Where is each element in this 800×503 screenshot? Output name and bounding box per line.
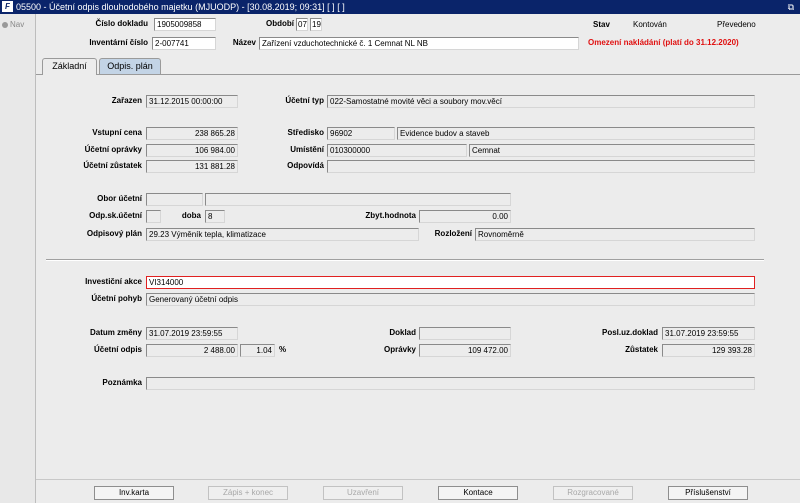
doklad-field[interactable] [419,327,511,340]
nazev-field[interactable]: Zařízení vzduchotechnické č. 1 Cemnat NL… [259,37,579,50]
doba-field[interactable]: 8 [205,210,225,223]
tab-zakladni[interactable]: Základní [42,58,97,75]
rozlozeni-label: Rozložení [434,229,472,238]
left-nav-panel: Nav [0,14,36,503]
ucetni-odpis-label: Účetní odpis [93,345,142,354]
ucetni-opravky-label: Účetní oprávky [84,145,142,154]
rozgracovane-button[interactable]: Rozgracované [553,486,633,500]
odpisovy-plan-field[interactable]: 29.23 Výměník tepla, klimatizace [146,228,419,241]
prevedeno-text: Převedeno [717,20,756,29]
ucetni-opravky-field[interactable]: 106 984.00 [146,144,238,157]
inv-karta-button[interactable]: Inv.karta [94,486,174,500]
odp-sk-ucetni-field[interactable] [146,210,161,223]
zustatek-field[interactable]: 129 393.28 [662,344,755,357]
stredisko-label: Středisko [287,128,324,137]
obor-ucetni-kod-field[interactable] [146,193,203,206]
zarazen-field[interactable]: 31.12.2015 00:00:00 [146,95,238,108]
ucetni-odpis-field[interactable]: 2 488.00 [146,344,238,357]
stav-value: Kontován [633,20,667,29]
zapis-konec-button[interactable]: Zápis + konec [208,486,288,500]
zustatek-label: Zůstatek [625,345,658,354]
obor-ucetni-nazev-field[interactable] [205,193,511,206]
ucetni-odpis-procento-field[interactable]: 1.04 [240,344,275,357]
obdobi-rok-field[interactable]: 19 [310,18,322,31]
nav-toggle[interactable]: Nav [2,20,24,29]
doba-label: doba [181,211,201,220]
obor-ucetni-label: Obor účetní [97,194,142,203]
zbyt-hodnota-label: Zbyt.hodnota [365,211,416,220]
kontace-button[interactable]: Kontace [438,486,518,500]
ucetni-zustatek-label: Účetní zůstatek [83,161,142,170]
ucetni-pohyb-field[interactable]: Generovaný účetní odpis [146,293,755,306]
vstupni-cena-label: Vstupní cena [92,128,142,137]
poznamka-field[interactable] [146,377,755,390]
window-title: 05500 - Účetní odpis dlouhodobého majetk… [16,2,345,12]
rozlozeni-field[interactable]: Rovnoměrně [475,228,755,241]
zarazen-label: Zařazen [111,96,142,105]
investicni-akce-field[interactable]: VI314000 [146,276,755,289]
stredisko-kod-field[interactable]: 96902 [327,127,395,140]
poznamka-label: Poznámka [102,378,142,387]
datum-zmeny-label: Datum změny [89,328,142,337]
odpovida-field[interactable] [327,160,755,173]
odpovida-label: Odpovídá [287,161,324,170]
posl-uz-doklad-field[interactable]: 31.07.2019 23:59:55 [662,327,755,340]
ucetni-typ-label: Účetní typ [285,96,324,105]
obdobi-label: Období [266,19,294,28]
doklad-label: Doklad [389,328,416,337]
stav-label: Stav [593,20,610,29]
inventarni-cislo-label: Inventární číslo [89,38,148,47]
tab-odpis-plan[interactable]: Odpis. plán [99,58,161,74]
nav-icon [2,22,8,28]
cislo-dokladu-field[interactable]: 1905009858 [154,18,216,31]
prislusenstvi-button[interactable]: Příslušenství [668,486,748,500]
window-titlebar: F 05500 - Účetní odpis dlouhodobého maje… [0,0,800,14]
uzavreni-button[interactable]: Uzavření [323,486,403,500]
umisteni-nazev-field[interactable]: Cemnat [469,144,755,157]
ucetni-pohyb-label: Účetní pohyb [91,294,142,303]
procento-label: % [279,345,287,354]
ucetni-typ-field[interactable]: 022-Samostatné movité věci a soubory mov… [327,95,755,108]
omezeni-nakladani-warning: Omezení nakládání (platí do 31.12.2020) [588,38,739,47]
cislo-dokladu-label: Číslo dokladu [95,19,148,28]
investicni-akce-label: Investiční akce [85,277,142,286]
ucetni-zustatek-field[interactable]: 131 881.28 [146,160,238,173]
app-logo-icon: F [2,1,13,12]
odpisovy-plan-label: Odpisový plán [86,229,142,238]
datum-zmeny-field[interactable]: 31.07.2019 23:59:55 [146,327,238,340]
restore-window-icon[interactable]: ⧉ [788,0,794,14]
inventarni-cislo-field[interactable]: 2-007741 [152,37,216,50]
umisteni-label: Umístění [290,145,324,154]
zbyt-hodnota-field[interactable]: 0.00 [419,210,511,223]
stredisko-nazev-field[interactable]: Evidence budov a staveb [397,127,755,140]
opravky-label: Oprávky [383,345,416,354]
nazev-label: Název [232,38,256,47]
opravky-field[interactable]: 109 472.00 [419,344,511,357]
posl-uz-doklad-label: Posl.uz.doklad [601,328,658,337]
odp-sk-ucetni-label: Odp.sk.účetní [89,211,142,220]
obdobi-mesic-field[interactable]: 07 [296,18,308,31]
section-separator [46,259,764,261]
umisteni-kod-field[interactable]: 010300000 [327,144,467,157]
vstupni-cena-field[interactable]: 238 865.28 [146,127,238,140]
nav-label: Nav [10,20,25,29]
